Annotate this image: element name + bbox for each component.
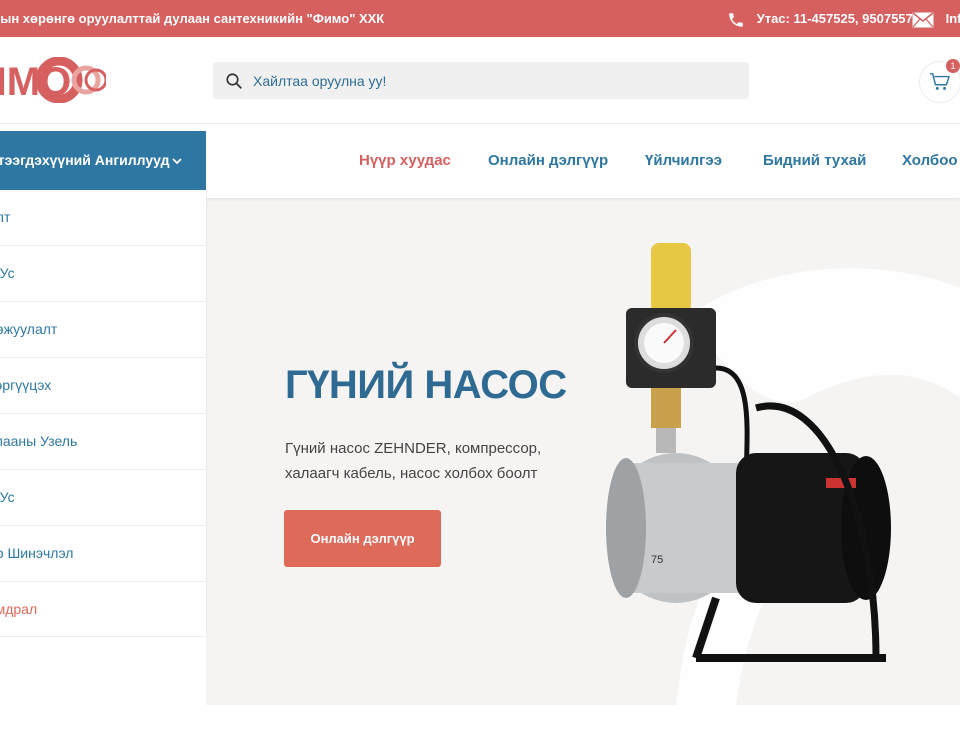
main-nav: үтээгдэхүүний Ангиллууд Нүүр хуудас Онла… [0, 124, 960, 198]
nav-services[interactable]: Үйлчилгээ [645, 124, 722, 198]
search-icon [226, 72, 242, 89]
top-bar: сын хөрөнгө оруулалттай дулаан сантехник… [0, 0, 960, 37]
nav-online-shop[interactable]: Онлайн дэлгүүр [488, 124, 608, 198]
hero-banner: ГҮНИЙ НАСОС Гүний насос ZEHNDER, компрес… [206, 198, 960, 705]
chevron-down-icon [172, 131, 182, 190]
email-contact[interactable]: Info [912, 0, 960, 37]
categories-dropdown-button[interactable]: үтээгдэхүүний Ангиллууд [0, 131, 206, 190]
nav-home[interactable]: Нүүр хуудас [359, 124, 451, 198]
sidebar-item[interactable]: р Ус [0, 246, 206, 302]
phone-number: Утас: 11-457525, 95075579 [756, 11, 920, 26]
cart-button[interactable]: 1 [919, 59, 960, 103]
sidebar-item[interactable]: р Ус [0, 470, 206, 526]
sidebar-item[interactable]: улааны Узель [0, 414, 206, 470]
sidebar-item[interactable]: алт [0, 190, 206, 246]
email-label: Info [945, 11, 960, 26]
hero-description: Гүний насос ZEHNDER, компрессор, халаагч… [285, 440, 542, 482]
fimo-logo[interactable]: ИМО [0, 57, 106, 103]
cart-count-badge: 1 [946, 59, 960, 73]
site-header: ИМО 1 [0, 37, 960, 124]
online-shop-button[interactable]: Онлайн дэлгүүр [284, 510, 441, 567]
nav-contact[interactable]: Холбоо б [902, 124, 960, 198]
search-bar[interactable] [213, 62, 749, 99]
phone-contact[interactable]: Утас: 11-457525, 95075579 [727, 0, 920, 37]
nav-about[interactable]: Бидний тухай [763, 124, 866, 198]
company-tagline: сын хөрөнгө оруулалттай дулаан сантехник… [0, 11, 385, 26]
sidebar-item-discount[interactable]: ямдрал [0, 582, 206, 637]
sidebar-item[interactable]: сэргүүцэх [0, 358, 206, 414]
search-input[interactable] [251, 71, 715, 90]
phone-icon [729, 12, 743, 27]
page-bottom-strip [0, 705, 960, 750]
categories-label: үтээгдэхүүний Ангиллууд [0, 152, 170, 168]
mail-icon [912, 11, 934, 28]
sidebar-item[interactable]: ар Шинэчлэл [0, 526, 206, 582]
hero-title: ГҮНИЙ НАСОС [285, 363, 567, 407]
sidebar-item[interactable]: рөжуулалт [0, 302, 206, 358]
pump-gauge-label: 75 [651, 554, 663, 566]
pump-image: 75 [606, 243, 891, 662]
cart-icon [930, 73, 950, 90]
category-sidebar: алт р Ус рөжуулалт сэргүүцэх улааны Узел… [0, 190, 207, 637]
